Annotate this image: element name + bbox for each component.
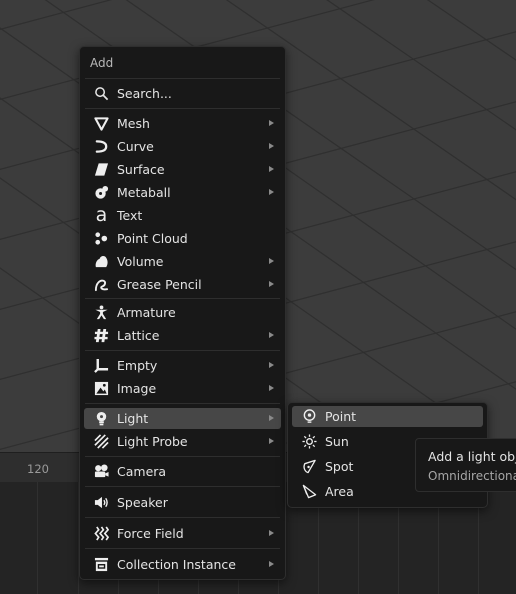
image-icon <box>93 380 110 397</box>
search-item[interactable]: Search... <box>84 83 281 104</box>
speaker-icon <box>93 494 110 511</box>
menu-item-label: Grease Pencil <box>117 277 202 292</box>
menu-item-label: Empty <box>117 358 158 373</box>
light-item-point[interactable]: Point <box>292 406 483 427</box>
submenu-arrow-icon <box>269 332 274 338</box>
grease-pencil-icon <box>93 276 110 293</box>
menu-item-light-probe[interactable]: Light Probe <box>84 431 281 452</box>
search-icon <box>93 85 110 102</box>
menu-item-speaker[interactable]: Speaker <box>84 492 281 513</box>
metaball-icon <box>93 184 110 201</box>
submenu-arrow-icon <box>269 561 274 567</box>
area-light-icon <box>301 483 318 500</box>
submenu-arrow-icon <box>269 120 274 126</box>
light-bulb-icon <box>93 410 110 427</box>
menu-item-curve[interactable]: Curve <box>84 136 281 157</box>
submenu-arrow-icon <box>269 438 274 444</box>
collection-instance-icon <box>93 556 110 573</box>
lattice-icon <box>93 327 110 344</box>
menu-item-label: Mesh <box>117 116 150 131</box>
menu-item-label: Volume <box>117 254 164 269</box>
armature-icon <box>93 304 110 321</box>
light-item-label: Spot <box>325 459 354 474</box>
submenu-arrow-icon <box>269 530 274 536</box>
menu-item-armature[interactable]: Armature <box>84 302 281 323</box>
empty-axis-icon <box>93 357 110 374</box>
point-light-icon <box>301 408 318 425</box>
menu-item-label: Armature <box>117 305 176 320</box>
force-field-icon <box>93 525 110 542</box>
submenu-arrow-icon <box>269 281 274 287</box>
menu-item-label: Point Cloud <box>117 231 188 246</box>
surface-icon <box>93 161 110 178</box>
menu-item-mesh[interactable]: Mesh <box>84 113 281 134</box>
menu-item-label: Metaball <box>117 185 171 200</box>
point-cloud-icon <box>93 230 110 247</box>
spot-light-icon <box>301 458 318 475</box>
volume-cloud-icon <box>93 253 110 270</box>
light-item-label: Sun <box>325 434 349 449</box>
menu-item-label: Light Probe <box>117 434 188 449</box>
sun-light-icon <box>301 433 318 450</box>
menu-item-text[interactable]: a Text <box>84 205 281 226</box>
menu-item-label: Collection Instance <box>117 557 236 572</box>
menu-item-point-cloud[interactable]: Point Cloud <box>84 228 281 249</box>
menu-item-label: Lattice <box>117 328 160 343</box>
submenu-arrow-icon <box>269 258 274 264</box>
menu-item-label: Text <box>117 208 143 223</box>
menu-item-label: Camera <box>117 464 167 479</box>
menu-item-label: Speaker <box>117 495 168 510</box>
menu-item-lattice[interactable]: Lattice <box>84 325 281 346</box>
menu-item-label: Image <box>117 381 157 396</box>
menu-item-image[interactable]: Image <box>84 378 281 399</box>
menu-item-collection-instance[interactable]: Collection Instance <box>84 554 281 575</box>
menu-item-label: Curve <box>117 139 154 154</box>
menu-item-metaball[interactable]: Metaball <box>84 182 281 203</box>
light-item-label: Area <box>325 484 354 499</box>
mesh-cone-icon <box>93 115 110 132</box>
submenu-arrow-icon <box>269 385 274 391</box>
search-label: Search... <box>117 86 172 101</box>
submenu-arrow-icon <box>269 189 274 195</box>
menu-item-grease-pencil[interactable]: Grease Pencil <box>84 274 281 295</box>
menu-item-force-field[interactable]: Force Field <box>84 523 281 544</box>
frame-label-120: 120 <box>27 462 49 476</box>
menu-item-label: Light <box>117 411 149 426</box>
menu-item-label: Surface <box>117 162 165 177</box>
menu-title: Add <box>90 56 114 70</box>
submenu-arrow-icon <box>269 415 274 421</box>
submenu-arrow-icon <box>269 166 274 172</box>
menu-item-camera[interactable]: Camera <box>84 461 281 482</box>
menu-item-empty[interactable]: Empty <box>84 355 281 376</box>
curve-icon <box>93 138 110 155</box>
tooltip: Add a light obj Omnidirectiona <box>415 438 516 492</box>
light-probe-icon <box>93 433 110 450</box>
menu-item-light[interactable]: Light <box>84 408 281 429</box>
camera-icon <box>93 463 110 480</box>
tooltip-description: Omnidirectiona <box>428 469 516 483</box>
tooltip-title: Add a light obj <box>428 449 516 464</box>
text-a-icon: a <box>95 204 108 226</box>
menu-item-label: Force Field <box>117 526 184 541</box>
add-menu: Add Search... Mesh Curve Surface Metabal… <box>79 46 286 580</box>
menu-item-volume[interactable]: Volume <box>84 251 281 272</box>
light-item-label: Point <box>325 409 357 424</box>
submenu-arrow-icon <box>269 143 274 149</box>
submenu-arrow-icon <box>269 362 274 368</box>
menu-item-surface[interactable]: Surface <box>84 159 281 180</box>
